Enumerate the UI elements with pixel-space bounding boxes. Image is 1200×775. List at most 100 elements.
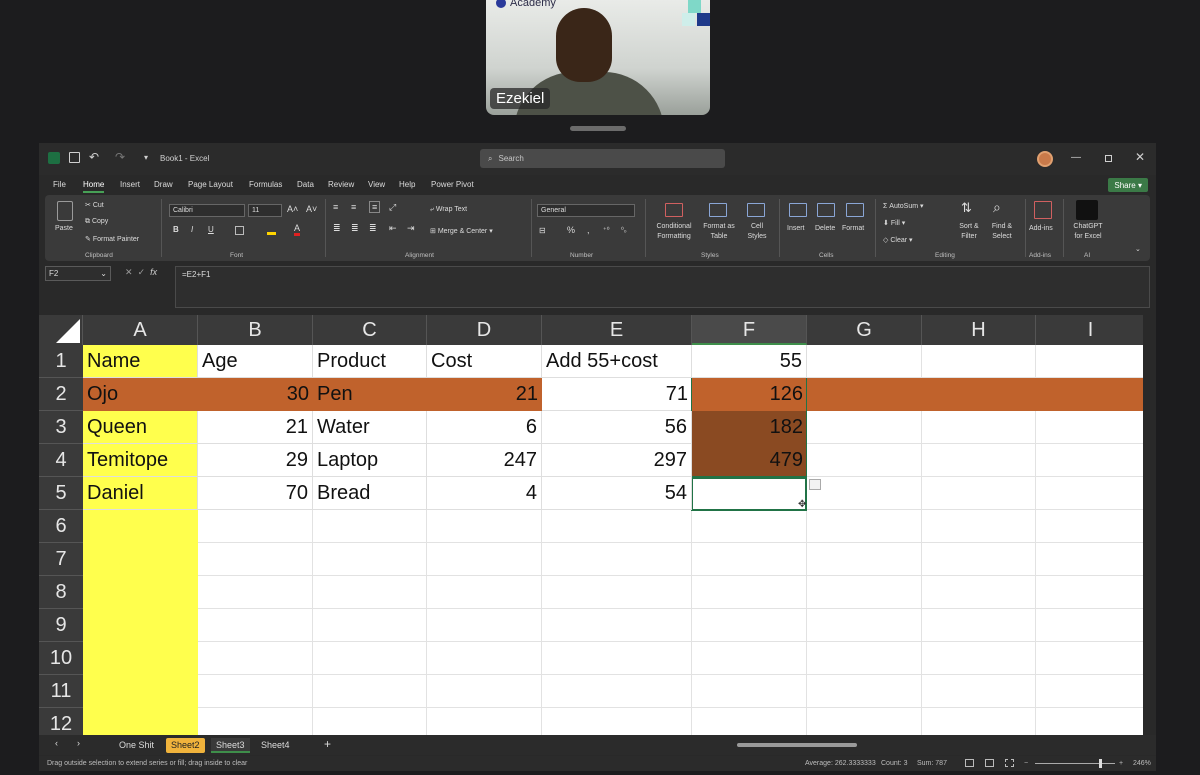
collapse-ribbon-icon[interactable]: ⌄ [1135, 245, 1141, 253]
zoom-in-icon[interactable]: + [1119, 756, 1123, 771]
cell-a3[interactable]: Queen [83, 411, 198, 444]
shrink-font-icon[interactable]: A˅ [306, 204, 317, 214]
cell-styles-button[interactable]: Cell Styles [743, 222, 771, 242]
cut-button[interactable]: ✂ Cut [85, 201, 104, 209]
paste-icon[interactable] [57, 201, 73, 221]
page-break-view-icon[interactable] [1005, 759, 1014, 767]
name-box[interactable]: F2 ⌄ [45, 266, 111, 281]
cell-f1[interactable]: 55 [692, 345, 807, 378]
column-header-d[interactable]: D [427, 315, 542, 345]
fx-icon[interactable]: fx [150, 267, 157, 277]
redo-icon[interactable]: ↷ [115, 150, 125, 164]
column-header-c[interactable]: C [313, 315, 427, 345]
format-as-table-button[interactable]: Format as Table [701, 222, 737, 242]
zoom-out-icon[interactable]: − [1024, 756, 1028, 771]
italic-button[interactable]: I [191, 225, 193, 234]
find-select-button[interactable]: Find & Select [987, 222, 1017, 242]
percent-icon[interactable]: % [567, 225, 575, 235]
format-cells-button[interactable]: Format [842, 225, 864, 232]
close-icon[interactable]: ✕ [1135, 150, 1145, 164]
sheet-tab-sheet4[interactable]: Sheet4 [256, 738, 295, 753]
bold-button[interactable]: B [173, 225, 179, 234]
row-header-12[interactable]: 12 [39, 708, 83, 735]
decrease-indent-icon[interactable]: ⇤ [389, 223, 397, 234]
column-header-i[interactable]: I [1036, 315, 1143, 345]
underline-button[interactable]: U [208, 225, 214, 234]
align-bottom-icon[interactable]: ≡ [369, 201, 381, 213]
clear-button[interactable]: ◇ Clear ▾ [883, 236, 913, 244]
align-right-icon[interactable]: ≣ [369, 223, 377, 234]
tab-view[interactable]: View [368, 180, 385, 189]
increase-decimal-icon[interactable]: ⁺⁰ [603, 226, 610, 234]
insert-cells-button[interactable]: Insert [787, 225, 805, 232]
cell-b5[interactable]: 70 [198, 477, 313, 510]
search-box[interactable]: ⌕ Search [480, 149, 725, 168]
paste-button[interactable]: Paste [55, 225, 73, 232]
tab-draw[interactable]: Draw [154, 180, 173, 189]
copy-button[interactable]: ⧉ Copy [85, 218, 108, 226]
customize-qat-icon[interactable]: ▾ [144, 153, 148, 162]
column-header-f[interactable]: F [692, 315, 807, 345]
row-header-7[interactable]: 7 [39, 543, 83, 576]
align-top-icon[interactable]: ≡ [333, 202, 338, 212]
cell-a1[interactable]: Name [83, 345, 198, 378]
tab-page-layout[interactable]: Page Layout [188, 180, 233, 189]
column-header-e[interactable]: E [542, 315, 692, 345]
add-sheet-icon[interactable]: + [324, 737, 331, 751]
sheet-tab-one-shit[interactable]: One Shit [114, 738, 159, 753]
cell-b1[interactable]: Age [198, 345, 313, 378]
autosum-button[interactable]: Σ AutoSum ▾ [883, 202, 924, 210]
chatgpt-button[interactable]: ChatGPT for Excel [1069, 222, 1107, 242]
tab-power-pivot[interactable]: Power Pivot [431, 180, 474, 189]
column-header-h[interactable]: H [922, 315, 1036, 345]
align-middle-icon[interactable]: ≡ [351, 202, 356, 212]
save-icon[interactable] [69, 152, 80, 163]
column-header-a[interactable]: A [83, 315, 198, 345]
cell-c1[interactable]: Product [313, 345, 427, 378]
decrease-decimal-icon[interactable]: ⁰₀ [621, 226, 627, 234]
cell-a5[interactable]: Daniel [83, 477, 198, 510]
next-sheet-icon[interactable]: › [77, 738, 80, 748]
horizontal-scroll-thumb[interactable] [737, 743, 857, 747]
prev-sheet-icon[interactable]: ‹ [55, 738, 58, 748]
avatar[interactable] [1037, 151, 1053, 167]
number-format-select[interactable]: General [537, 204, 635, 217]
cell-e2[interactable]: 71 [542, 378, 692, 411]
quick-analysis-icon[interactable] [809, 479, 821, 490]
enter-icon[interactable]: ✓ [138, 267, 146, 277]
cell-b2[interactable]: 30 [198, 378, 313, 411]
horizontal-scrollbar[interactable] [719, 740, 1144, 750]
conditional-formatting-button[interactable]: Conditional Formatting [649, 222, 699, 242]
cell-e3[interactable]: 56 [542, 411, 692, 444]
cell-e5[interactable]: 54 [542, 477, 692, 510]
row-header-3[interactable]: 3 [39, 411, 83, 444]
cell-d2[interactable]: 21 [427, 378, 542, 411]
tab-data[interactable]: Data [297, 180, 314, 189]
cell-e4[interactable]: 297 [542, 444, 692, 477]
page-layout-view-icon[interactable] [985, 759, 994, 767]
fill-color-icon[interactable] [267, 226, 276, 235]
cell-f2[interactable]: 126 [692, 378, 807, 411]
row-header-8[interactable]: 8 [39, 576, 83, 609]
sort-filter-button[interactable]: Sort & Filter [953, 222, 985, 242]
cell-c4[interactable]: Laptop [313, 444, 427, 477]
tab-home[interactable]: Home [83, 180, 105, 193]
column-header-g[interactable]: G [807, 315, 922, 345]
font-size-select[interactable]: 11 [248, 204, 282, 217]
cell-a2[interactable]: Ojo [83, 378, 198, 411]
cancel-icon[interactable]: ✕ [125, 267, 133, 277]
align-center-icon[interactable]: ≣ [351, 223, 359, 234]
row-header-9[interactable]: 9 [39, 609, 83, 642]
tab-formulas[interactable]: Formulas [249, 180, 282, 189]
comma-icon[interactable]: , [587, 225, 590, 235]
zoom-level[interactable]: 246% [1133, 756, 1151, 771]
wrap-text-button[interactable]: ⤶ Wrap Text [430, 206, 467, 214]
merge-center-button[interactable]: ⊞ Merge & Center ▾ [430, 227, 493, 235]
normal-view-icon[interactable] [965, 759, 974, 767]
grow-font-icon[interactable]: A˄ [287, 204, 298, 214]
cell-b3[interactable]: 21 [198, 411, 313, 444]
video-drag-handle[interactable] [570, 126, 626, 131]
cell-c5[interactable]: Bread [313, 477, 427, 510]
share-button[interactable]: Share ▾ [1108, 178, 1148, 192]
increase-indent-icon[interactable]: ⇥ [407, 223, 415, 234]
